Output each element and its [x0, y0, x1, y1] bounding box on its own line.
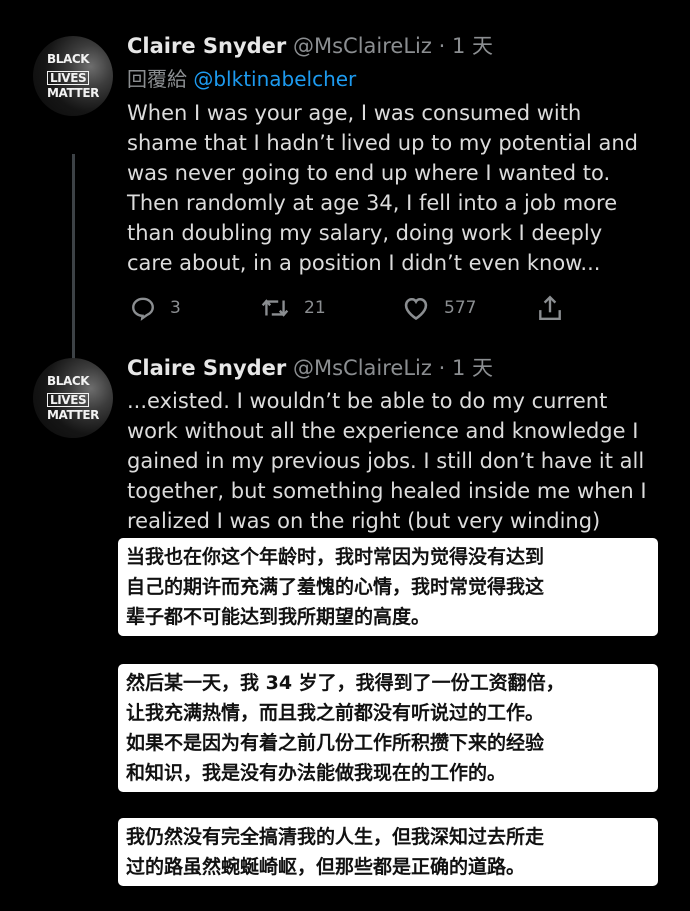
- reply-prefix: 回覆給: [127, 67, 187, 91]
- tweet-body: ...existed. I wouldn’t be able to do my …: [127, 389, 647, 533]
- tweet-header: Claire Snyder @MsClaireLiz · 1 天: [127, 350, 657, 386]
- avatar[interactable]: BLACK LIVES MATTER: [33, 36, 113, 116]
- reply-context: 回覆給 @blktinabelcher: [127, 64, 657, 94]
- translation-caption: 然后某一天，我 34 岁了，我得到了一份工资翻倍， 让我充满热情，而且我之前都没…: [118, 664, 658, 792]
- tweet-actions: 3 21 577: [127, 290, 577, 326]
- display-name[interactable]: Claire Snyder: [127, 34, 286, 58]
- tweet-content: Claire Snyder @MsClaireLiz · 1 天 回覆給 @bl…: [127, 28, 657, 278]
- retweet-count: 21: [304, 298, 326, 318]
- thread-connector: [72, 154, 75, 374]
- avatar-text-1: BLACK: [47, 374, 90, 388]
- avatar-text-3: MATTER: [47, 86, 99, 100]
- separator: ·: [438, 34, 446, 58]
- tweet-content: Claire Snyder @MsClaireLiz · 1 天 ...exis…: [127, 350, 657, 536]
- avatar-text-1: BLACK: [47, 52, 90, 66]
- avatar-text-3: MATTER: [47, 408, 99, 422]
- tweet-header: Claire Snyder @MsClaireLiz · 1 天: [127, 28, 657, 64]
- avatar[interactable]: BLACK LIVES MATTER: [33, 358, 113, 438]
- like-icon: [404, 297, 428, 321]
- reply-count: 3: [170, 298, 181, 318]
- separator: ·: [438, 356, 446, 380]
- avatar-text-2: LIVES: [47, 71, 90, 85]
- reply-icon: [132, 297, 154, 321]
- share-icon: [539, 295, 561, 320]
- avatar-blm-logo: BLACK LIVES MATTER: [47, 52, 99, 101]
- avatar-blm-logo: BLACK LIVES MATTER: [47, 374, 99, 423]
- like-count: 577: [444, 298, 477, 318]
- reply-button[interactable]: 3: [130, 290, 181, 326]
- translation-caption: 我仍然没有完全搞清我的人生，但我深知过去所走 过的路虽然蜿蜒崎岖，但那些都是正确…: [118, 818, 658, 886]
- display-name[interactable]: Claire Snyder: [127, 356, 286, 380]
- reply-mention-link[interactable]: @blktinabelcher: [193, 67, 356, 91]
- translation-caption: 当我也在你这个年龄时，我时常因为觉得没有达到 自己的期许而充满了羞愧的心情，我时…: [118, 538, 658, 636]
- user-handle[interactable]: @MsClaireLiz: [293, 356, 432, 380]
- timestamp[interactable]: 1 天: [452, 34, 493, 58]
- avatar-text-2: LIVES: [47, 393, 90, 407]
- user-handle[interactable]: @MsClaireLiz: [293, 34, 432, 58]
- timestamp[interactable]: 1 天: [452, 356, 493, 380]
- tweet-body: When I was your age, I was consumed with…: [127, 101, 639, 275]
- share-button[interactable]: [537, 290, 563, 326]
- like-button[interactable]: 577: [402, 290, 476, 326]
- retweet-icon: [261, 299, 289, 317]
- retweet-button[interactable]: 21: [260, 290, 326, 326]
